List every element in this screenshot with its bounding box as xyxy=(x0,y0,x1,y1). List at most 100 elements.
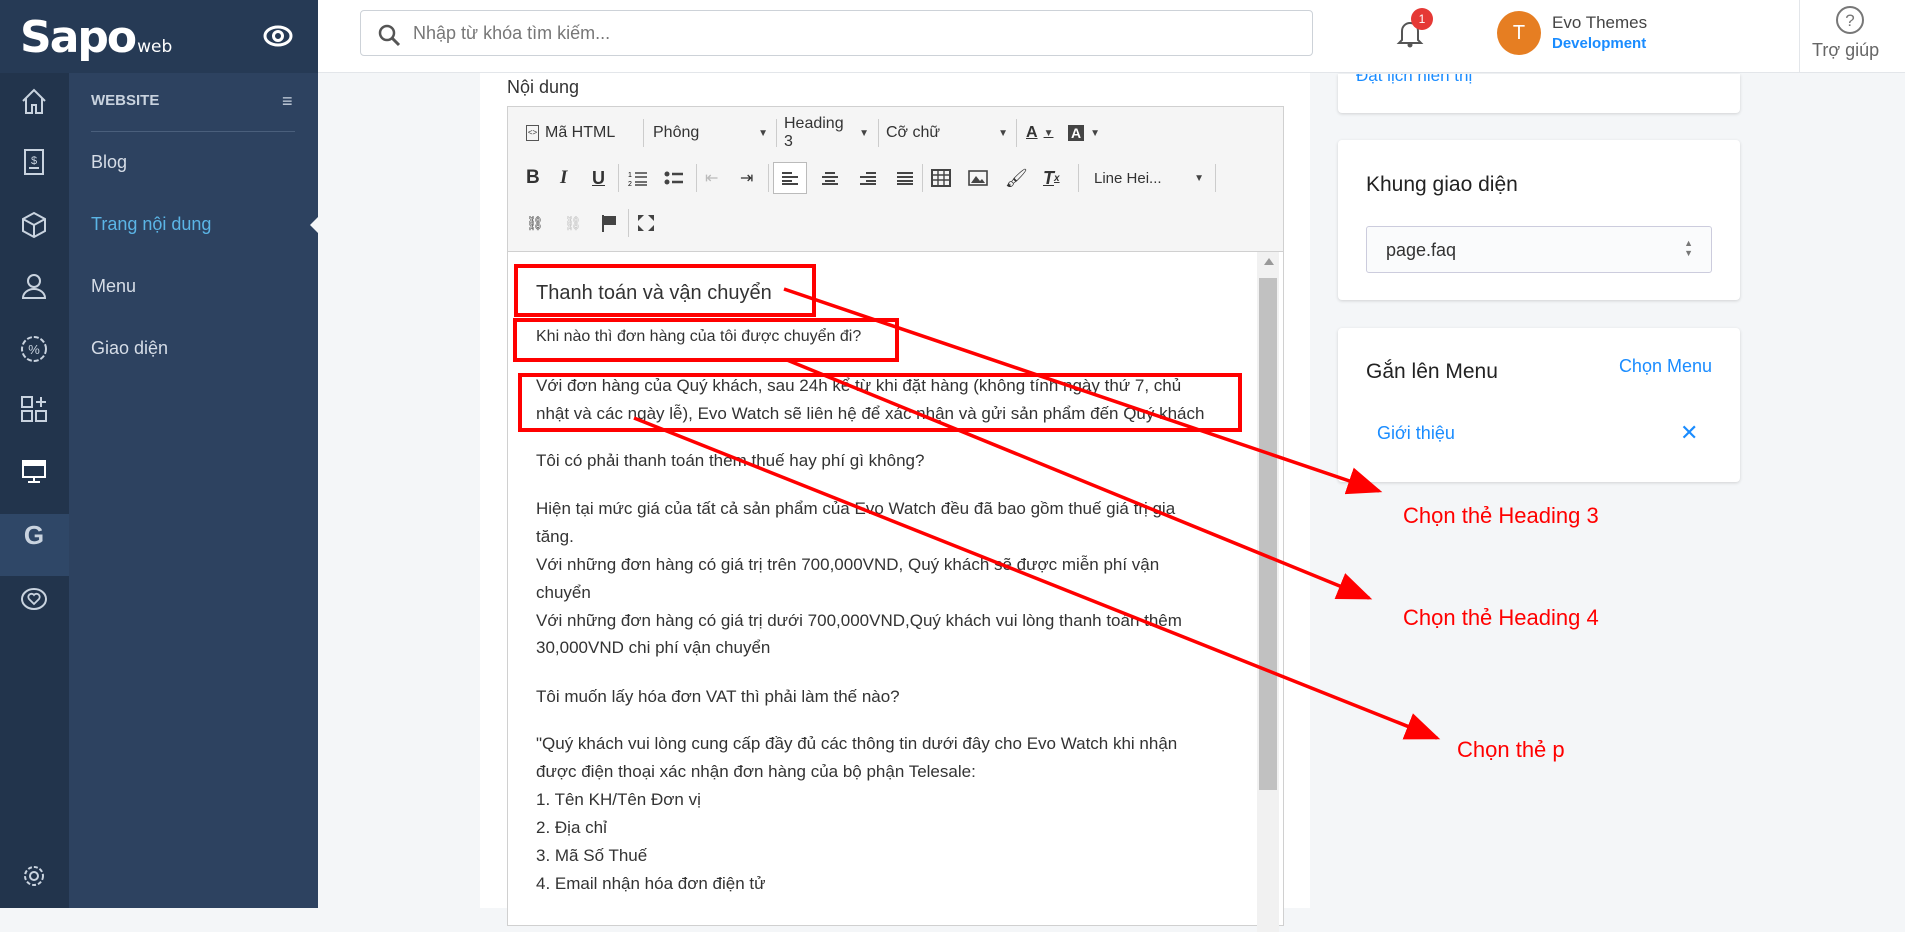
align-justify-icon[interactable] xyxy=(897,164,913,192)
template-select[interactable]: page.faq ▲ ▼ xyxy=(1366,226,1712,273)
notification-button[interactable]: 1 xyxy=(1396,8,1433,53)
sidebar-item-blog[interactable]: Blog xyxy=(91,152,127,173)
divider xyxy=(91,131,295,132)
text-color-button[interactable]: A ▼ xyxy=(1026,119,1053,147)
underline-icon[interactable]: U xyxy=(592,164,605,192)
search-placeholder: Nhập từ khóa tìm kiếm... xyxy=(413,23,611,43)
paragraph: Tôi muốn lấy hóa đơn VAT thì phải làm th… xyxy=(536,687,900,706)
menu-card: Gắn lên Menu Chọn Menu Giới thiệu ✕ xyxy=(1338,328,1740,482)
annotation-box-paragraph xyxy=(518,373,1242,432)
line-height-dropdown[interactable]: Line Hei... ▼ xyxy=(1094,164,1204,192)
align-center-icon[interactable] xyxy=(822,164,838,192)
unordered-list-icon[interactable] xyxy=(664,164,684,192)
paragraph: Hiện tại mức giá của tất cả sản phẩm của… xyxy=(536,499,1176,518)
product-box-icon[interactable] xyxy=(14,205,54,245)
paragraph: "Quý khách vui lòng cung cấp đầy đủ các … xyxy=(536,734,1178,753)
notification-badge: 1 xyxy=(1411,8,1433,30)
promotion-icon[interactable]: % xyxy=(14,329,54,369)
text-color-icon: A xyxy=(1026,124,1038,141)
sidebar-item-menu[interactable]: Menu xyxy=(91,276,136,297)
menu-item-link[interactable]: Giới thiệu xyxy=(1377,423,1455,444)
format-dropdown[interactable]: Heading 3 ▼ xyxy=(784,115,869,150)
sidebar-item-pages[interactable]: Trang nội dung xyxy=(91,214,211,235)
rich-text-editor: <> Mã HTML Phông ▼ Heading 3 ▼ Cỡ chữ ▼ A ▼ A… xyxy=(507,106,1284,932)
scrollbar-thumb[interactable] xyxy=(1259,278,1277,790)
schedule-link[interactable]: Đặt lịch hiển thị xyxy=(1356,74,1472,86)
separator xyxy=(1016,119,1017,147)
apps-icon[interactable] xyxy=(14,389,54,429)
settings-gear-icon[interactable] xyxy=(14,856,54,896)
customer-icon[interactable] xyxy=(14,266,54,306)
choose-menu-link[interactable]: Chọn Menu xyxy=(1619,356,1712,377)
home-icon[interactable] xyxy=(14,81,54,121)
avatar[interactable]: T xyxy=(1497,11,1541,55)
bg-color-icon: A xyxy=(1068,125,1085,141)
website-subnav: WEBSITE ≡ Blog Trang nội dung Menu Giao … xyxy=(69,73,318,908)
search-input[interactable]: Nhập từ khóa tìm kiếm... xyxy=(360,10,1313,56)
user-role: Development xyxy=(1552,35,1647,52)
content-label: Nội dung xyxy=(507,77,580,97)
flag-icon[interactable] xyxy=(601,209,617,237)
help-icon: ? xyxy=(1836,6,1864,34)
html-source-button[interactable]: <> Mã HTML xyxy=(526,119,615,147)
outdent-icon[interactable]: ⇤ xyxy=(705,164,718,192)
scroll-up-icon[interactable] xyxy=(1264,258,1274,265)
paragraph: Tôi có phải thanh toán thêm thuế hay phí… xyxy=(536,451,925,470)
align-left-icon[interactable] xyxy=(773,162,807,194)
caret-down-icon: ▼ xyxy=(1194,172,1204,184)
svg-text:$: $ xyxy=(31,155,37,167)
menu-title: Gắn lên Menu xyxy=(1366,360,1498,383)
separator xyxy=(878,119,879,147)
section-title: WEBSITE xyxy=(91,92,160,109)
google-icon[interactable]: G xyxy=(14,515,54,555)
separator xyxy=(628,209,629,237)
sapo-logo[interactable]: Sapo web xyxy=(20,12,172,63)
font-size-dropdown[interactable]: Cỡ chữ ▼ xyxy=(886,119,1008,147)
separator xyxy=(776,119,777,147)
annotation-label-heading3: Chọn thẻ Heading 3 xyxy=(1403,503,1599,528)
align-right-icon[interactable] xyxy=(860,164,876,192)
user-name[interactable]: Evo Themes xyxy=(1552,13,1647,33)
sidebar-item-theme[interactable]: Giao diện xyxy=(91,338,168,359)
ordered-list-icon[interactable]: 12 xyxy=(628,164,648,192)
heart-chat-icon[interactable] xyxy=(14,580,54,620)
format-painter-icon[interactable]: 🖌 xyxy=(1005,164,1028,192)
svg-text:?: ? xyxy=(1845,11,1854,30)
template-title: Khung giao diện xyxy=(1366,173,1518,196)
unlink-icon[interactable]: ⛓ xyxy=(564,209,582,237)
template-card: Khung giao diện page.faq ▲ ▼ xyxy=(1338,140,1740,300)
svg-text:%: % xyxy=(28,342,40,357)
search-icon xyxy=(378,24,401,47)
image-icon[interactable] xyxy=(968,164,988,192)
background-color-button[interactable]: A ▼ xyxy=(1068,119,1100,147)
paragraph: Với những đơn hàng có giá trị trên 700,0… xyxy=(536,555,1160,574)
bold-icon[interactable]: B xyxy=(526,164,540,192)
italic-icon[interactable]: I xyxy=(560,164,567,192)
annotation-label-paragraph: Chọn thẻ p xyxy=(1457,737,1565,762)
indent-icon[interactable]: ⇥ xyxy=(740,164,753,192)
orders-icon[interactable]: $ xyxy=(14,142,54,182)
annotation-box-heading4 xyxy=(513,318,899,362)
link-icon[interactable]: ⛓ xyxy=(526,209,544,237)
editor-scrollbar[interactable] xyxy=(1257,252,1279,932)
fullscreen-icon[interactable] xyxy=(637,209,655,237)
menu-hamburger-icon[interactable]: ≡ xyxy=(282,91,293,112)
font-family-dropdown[interactable]: Phông ▼ xyxy=(653,119,768,147)
table-icon[interactable] xyxy=(931,164,951,192)
eye-icon[interactable] xyxy=(262,22,294,50)
separator xyxy=(768,164,769,192)
paragraph: 2. Địa chỉ xyxy=(536,818,607,837)
website-store-icon[interactable] xyxy=(14,451,54,491)
help-button[interactable]: ? Trợ giúp xyxy=(1800,0,1905,73)
paragraph: tăng. xyxy=(536,527,574,546)
annotation-box-heading3 xyxy=(514,264,816,317)
separator xyxy=(618,164,619,192)
caret-down-icon: ▼ xyxy=(998,127,1008,139)
clear-format-icon[interactable]: Tx xyxy=(1043,164,1060,192)
annotation-label-heading4: Chọn thẻ Heading 4 xyxy=(1403,605,1599,630)
active-indicator xyxy=(310,217,318,233)
icon-rail-items: $ % G xyxy=(0,73,69,908)
remove-menu-item-icon[interactable]: ✕ xyxy=(1680,420,1698,446)
paragraph: được điện thoại xác nhận đơn hàng của bộ… xyxy=(536,762,976,781)
separator xyxy=(1078,164,1079,192)
